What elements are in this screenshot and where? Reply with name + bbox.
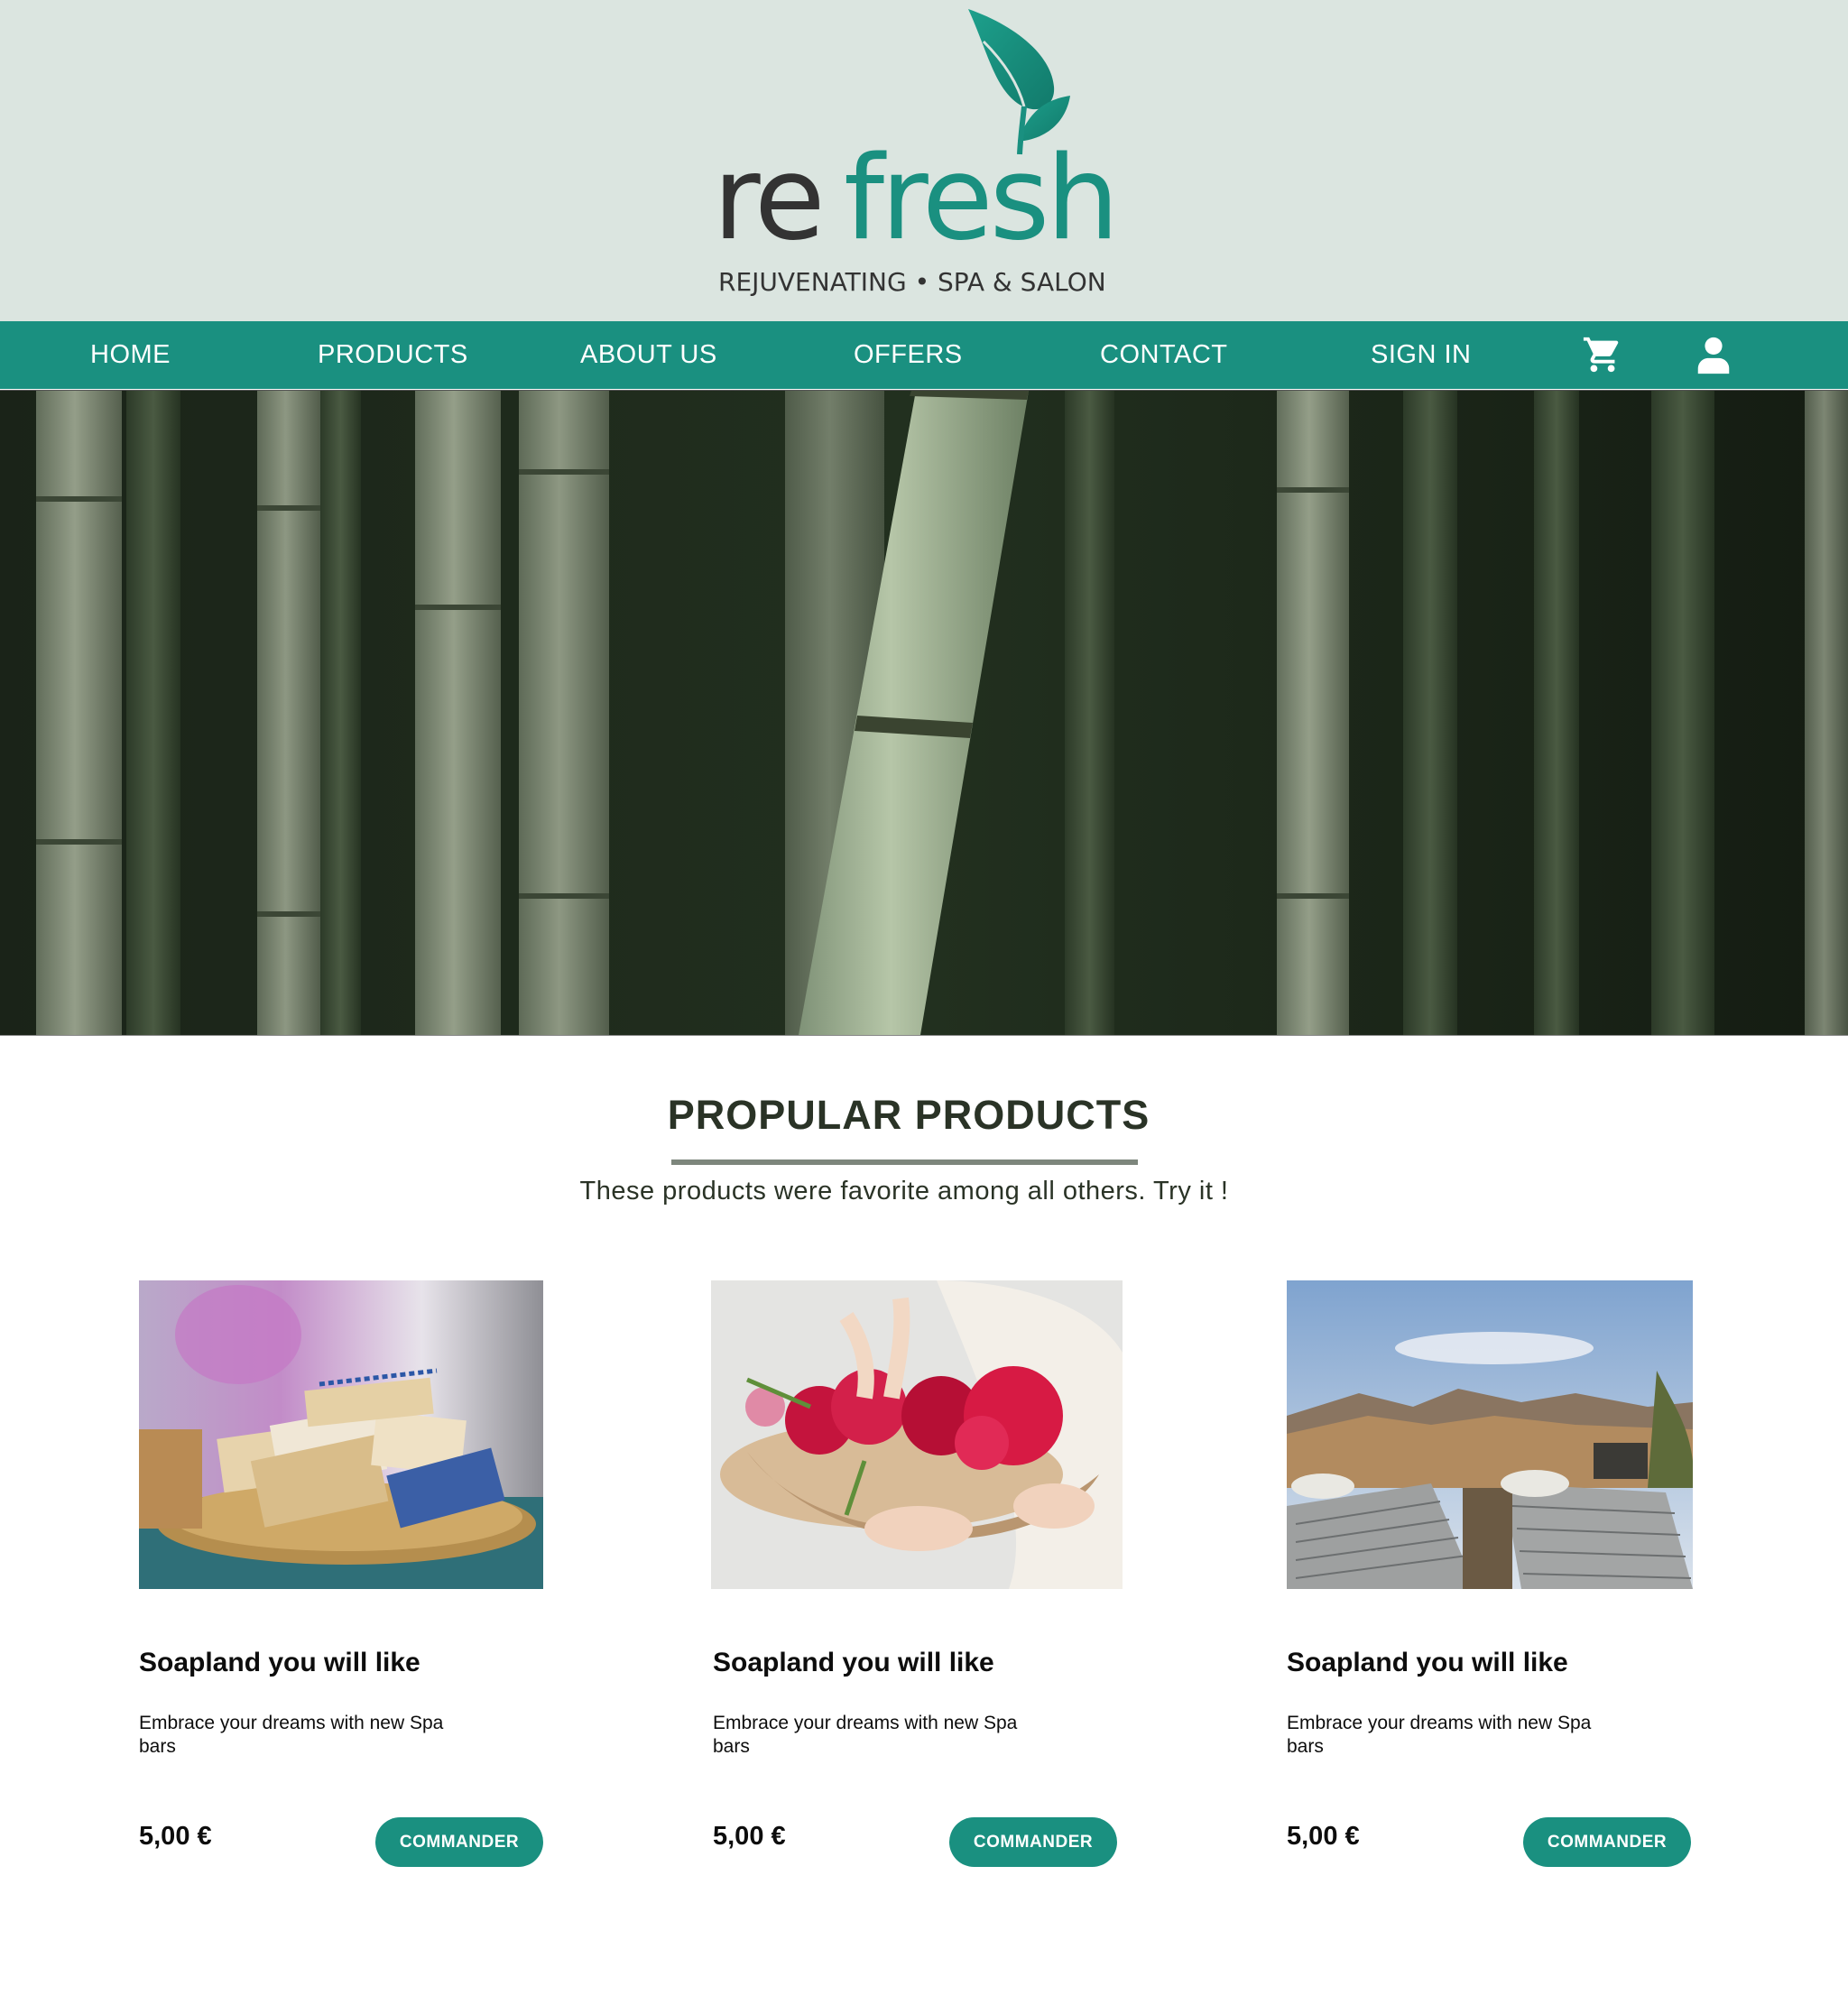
svg-text:re: re <box>713 132 822 266</box>
product-title[interactable]: Soapland you will like <box>139 1648 545 1678</box>
product-card: Soapland you will like Embrace your drea… <box>1287 1280 1693 1876</box>
commander-button[interactable]: COMMANDER <box>1523 1817 1691 1867</box>
cart-icon[interactable] <box>1582 334 1623 375</box>
main-nav: HOME PRODUCTS ABOUT US OFFERS CONTACT SI… <box>0 321 1848 389</box>
section-title: PROPULAR PRODUCTS <box>667 1092 1150 1138</box>
site-header: re fresh REJUVENATING • SPA & SALON <box>0 0 1848 321</box>
commander-button[interactable]: COMMANDER <box>375 1817 543 1867</box>
product-title[interactable]: Soapland you will like <box>1287 1648 1693 1678</box>
nav-sign-in[interactable]: SIGN IN <box>1371 321 1471 389</box>
nav-contact[interactable]: CONTACT <box>1100 321 1228 389</box>
product-card: Soapland you will like Embrace your drea… <box>139 1280 545 1876</box>
product-description: Embrace your dreams with new Spa bars <box>139 1713 444 1757</box>
product-title[interactable]: Soapland you will like <box>713 1648 1119 1678</box>
section-divider <box>671 1159 1138 1165</box>
spa-loungers-image[interactable] <box>1287 1280 1693 1589</box>
product-price: 5,00 € <box>139 1822 212 1851</box>
hero-bamboo-image <box>0 390 1848 1036</box>
product-card: Soapland you will like Embrace your drea… <box>711 1280 1123 1876</box>
user-icon[interactable] <box>1693 334 1734 375</box>
nav-about-us[interactable]: ABOUT US <box>580 321 717 389</box>
nav-home[interactable]: HOME <box>90 321 171 389</box>
product-description: Embrace your dreams with new Spa bars <box>1287 1713 1592 1757</box>
flower-bowl-image[interactable] <box>711 1280 1123 1589</box>
refresh-logo[interactable]: re fresh REJUVENATING • SPA & SALON <box>713 5 1119 308</box>
product-description: Embrace your dreams with new Spa bars <box>713 1713 1018 1757</box>
nav-offers[interactable]: OFFERS <box>854 321 963 389</box>
product-price: 5,00 € <box>1287 1822 1360 1851</box>
nav-products[interactable]: PRODUCTS <box>318 321 468 389</box>
section-subtitle: These products were favorite among all o… <box>579 1177 1229 1206</box>
commander-button[interactable]: COMMANDER <box>949 1817 1117 1867</box>
product-price: 5,00 € <box>713 1822 786 1851</box>
soap-bars-image[interactable] <box>139 1280 543 1589</box>
svg-text:fresh: fresh <box>844 132 1115 266</box>
logo-tagline: REJUVENATING • SPA & SALON <box>718 267 1106 297</box>
